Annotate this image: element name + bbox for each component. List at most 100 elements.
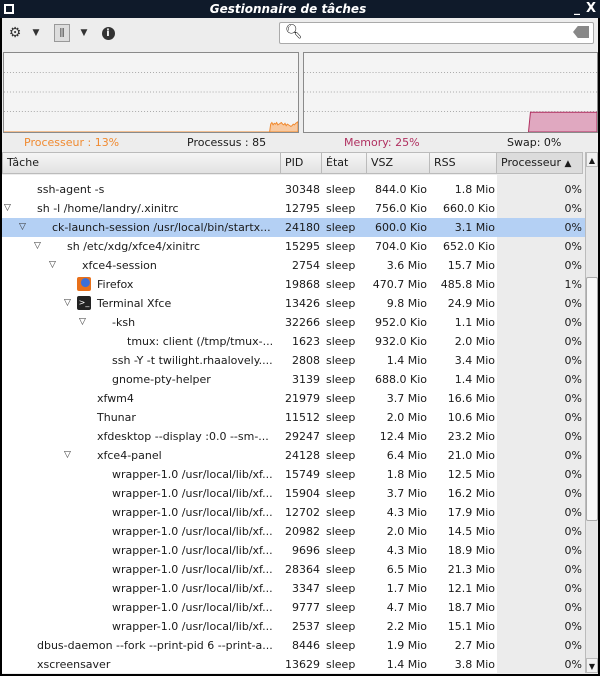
table-row[interactable]: gnome-pty-helper 3139 sleep 688.0 Kio 1.4 Mi… — [2, 370, 585, 389]
table-row[interactable]: xscreensaver 13629 sleep 1.4 Mio 3.8 Mio 0% — [2, 655, 585, 673]
pid-cell: 20982 — [285, 525, 320, 538]
task-name: dbus-daemon --fork --print-pid 6 --print… — [37, 639, 273, 652]
task-name: wrapper-1.0 /usr/local/lib/xf... — [112, 468, 273, 481]
rss-cell: 660.0 Kio — [443, 202, 495, 215]
expander-open-icon[interactable]: ▽ — [64, 298, 71, 308]
expander-open-icon[interactable]: ▽ — [34, 241, 41, 251]
vsz-cell: 1.8 Mio — [386, 468, 427, 481]
vertical-scrollbar[interactable]: ▲ ▼ — [585, 152, 598, 673]
scroll-down-arrow-icon[interactable]: ▼ — [586, 658, 598, 673]
scrollbar-thumb[interactable] — [586, 277, 598, 521]
vsz-cell: 600.0 Kio — [375, 221, 427, 234]
vsz-cell: 756.0 Kio — [375, 202, 427, 215]
table-row[interactable]: dbus-daemon --fork --print-pid 6 --print… — [2, 636, 585, 655]
table-row[interactable]: wrapper-1.0 /usr/local/lib/xf... 3347 slee… — [2, 579, 585, 598]
table-row[interactable]: tmux: client (/tmp/tmux-... 1623 sleep 932.… — [2, 332, 585, 351]
table-row[interactable]: wrapper-1.0 /usr/local/lib/xf... 2537 slee… — [2, 617, 585, 636]
close-button[interactable]: X — [586, 1, 596, 16]
cpu-cell: 0% — [564, 411, 582, 424]
table-row[interactable]: wrapper-1.0 /usr/local/lib/xf... 9696 slee… — [2, 541, 585, 560]
cpu-cell: 0% — [564, 202, 582, 215]
gear-icon[interactable]: ⚙ — [6, 24, 24, 42]
table-row[interactable]: ssh -Y -t twilight.rhaalovely.... 2808 sle… — [2, 351, 585, 370]
task-name: ssh-agent -s — [37, 183, 105, 196]
column-header-pid[interactable]: PID — [281, 152, 322, 174]
table-row[interactable]: ▽ >_ Terminal Xfce 13426 sleep 9.8 Mio 24.9 Mi… — [2, 294, 585, 313]
cpu-cell: 0% — [564, 373, 582, 386]
cpu-cell: 1% — [564, 278, 582, 291]
expander-open-icon[interactable]: ▽ — [79, 317, 86, 327]
column-header-vsz[interactable]: VSZ — [367, 152, 430, 174]
state-cell: sleep — [326, 430, 356, 443]
state-cell: sleep — [326, 468, 356, 481]
pid-cell: 2754 — [292, 259, 320, 272]
pid-cell: 28364 — [285, 563, 320, 576]
state-cell: sleep — [326, 259, 356, 272]
vsz-cell: 2.2 Mio — [386, 620, 427, 633]
column-header-cpu-label: Processeur — [501, 156, 561, 169]
cpu-cell: 0% — [564, 449, 582, 462]
search-field[interactable]: 🔍︎ — [279, 22, 594, 44]
expander-open-icon[interactable]: ▽ — [4, 203, 11, 213]
cpu-cell: 0% — [564, 487, 582, 500]
table-row[interactable]: Firefox 19868 sleep 470.7 Mio 485.8 Mio 1% — [2, 275, 585, 294]
table-row[interactable]: ▽ ck-launch-session /usr/local/bin/startx… — [2, 218, 585, 237]
window-menu-icon[interactable] — [4, 4, 14, 14]
rss-cell: 18.9 Mio — [447, 544, 495, 557]
pid-cell: 11512 — [285, 411, 320, 424]
column-header-rss[interactable]: RSS — [430, 152, 497, 174]
minimize-button[interactable]: _ — [574, 1, 580, 15]
table-row[interactable]: ssh-agent -s 30348 sleep 844.0 Kio 1.8 Mio 0% — [2, 180, 585, 199]
column-header-task[interactable]: Tâche — [2, 152, 281, 174]
table-row[interactable]: ▽ xfce4-session 2754 sleep 3.6 Mio 15.7 Mio 0% — [2, 256, 585, 275]
vsz-cell: 2.0 Mio — [386, 411, 427, 424]
title-bar: Gestionnaire de tâches _ X — [0, 0, 600, 18]
scroll-up-arrow-icon[interactable]: ▲ — [586, 152, 598, 167]
cpu-cell: 0% — [564, 221, 582, 234]
table-row[interactable]: wrapper-1.0 /usr/local/lib/xf... 15749 sle… — [2, 465, 585, 484]
search-icon: 🔍︎ — [285, 24, 303, 40]
table-row[interactable]: wrapper-1.0 /usr/local/lib/xf... 20982 sle… — [2, 522, 585, 541]
task-name: xfce4-session — [82, 259, 157, 272]
state-cell: sleep — [326, 449, 356, 462]
table-row[interactable]: xfwm4 21979 sleep 3.7 Mio 16.6 Mio 0% — [2, 389, 585, 408]
column-header-cpu[interactable]: Processeur ▲ — [497, 152, 583, 174]
task-name: sh -l /home/landry/.xinitrc — [37, 202, 179, 215]
rss-cell: 652.0 Kio — [443, 240, 495, 253]
rss-cell: 14.5 Mio — [447, 525, 495, 538]
table-row[interactable]: Thunar 11512 sleep 2.0 Mio 10.6 Mio 0% — [2, 408, 585, 427]
table-row[interactable]: wrapper-1.0 /usr/local/lib/xf... 28364 sle… — [2, 560, 585, 579]
pid-cell: 13629 — [285, 658, 320, 671]
table-row[interactable]: wrapper-1.0 /usr/local/lib/xf... 15904 sle… — [2, 484, 585, 503]
column-header-state[interactable]: État — [322, 152, 367, 174]
task-name: wrapper-1.0 /usr/local/lib/xf... — [112, 506, 273, 519]
search-input[interactable] — [304, 25, 564, 41]
info-icon[interactable]: i — [100, 24, 116, 42]
expander-open-icon[interactable]: ▽ — [19, 222, 26, 232]
task-name: wrapper-1.0 /usr/local/lib/xf... — [112, 620, 273, 633]
table-row[interactable]: wrapper-1.0 /usr/local/lib/xf... 9777 slee… — [2, 598, 585, 617]
table-row[interactable]: xfdesktop --display :0.0 --sm-... 29247 sl… — [2, 427, 585, 446]
process-list: ssh-agent -s 30348 sleep 844.0 Kio 1.8 Mio 0%… — [2, 175, 585, 673]
table-row[interactable]: ▽ xfce4-panel 24128 sleep 6.4 Mio 21.0 Mio 0% — [2, 446, 585, 465]
table-row[interactable]: wrapper-1.0 /usr/local/lib/xf... 12702 sle… — [2, 503, 585, 522]
table-row[interactable]: ▽ sh /etc/xdg/xfce4/xinitrc 15295 sleep 704.… — [2, 237, 585, 256]
cpu-usage-label: Processeur : 13% — [24, 136, 120, 149]
vsz-cell: 6.5 Mio — [386, 563, 427, 576]
expander-open-icon[interactable]: ▽ — [64, 450, 71, 460]
state-cell: sleep — [326, 202, 356, 215]
table-row[interactable]: ▽ sh -l /home/landry/.xinitrc 12795 sleep 75… — [2, 199, 585, 218]
task-name: Firefox — [97, 278, 134, 291]
table-row[interactable]: ▽ -ksh 32266 sleep 952.0 Kio 1.1 Mio 0% — [2, 313, 585, 332]
rss-cell: 3.4 Mio — [454, 354, 495, 367]
rss-cell: 24.9 Mio — [447, 297, 495, 310]
expander-open-icon[interactable]: ▽ — [49, 260, 56, 270]
state-cell: sleep — [326, 506, 356, 519]
table-header: Tâche PID État VSZ RSS Processeur ▲ — [2, 152, 585, 174]
view-dropdown-arrow-icon[interactable]: ▼ — [78, 24, 90, 42]
vsz-cell: 12.4 Mio — [379, 430, 427, 443]
settings-dropdown-arrow-icon[interactable]: ▼ — [30, 24, 42, 42]
clear-search-icon[interactable] — [573, 26, 589, 38]
rss-cell: 21.0 Mio — [447, 449, 495, 462]
columns-icon[interactable]: ⫼ — [54, 24, 70, 42]
